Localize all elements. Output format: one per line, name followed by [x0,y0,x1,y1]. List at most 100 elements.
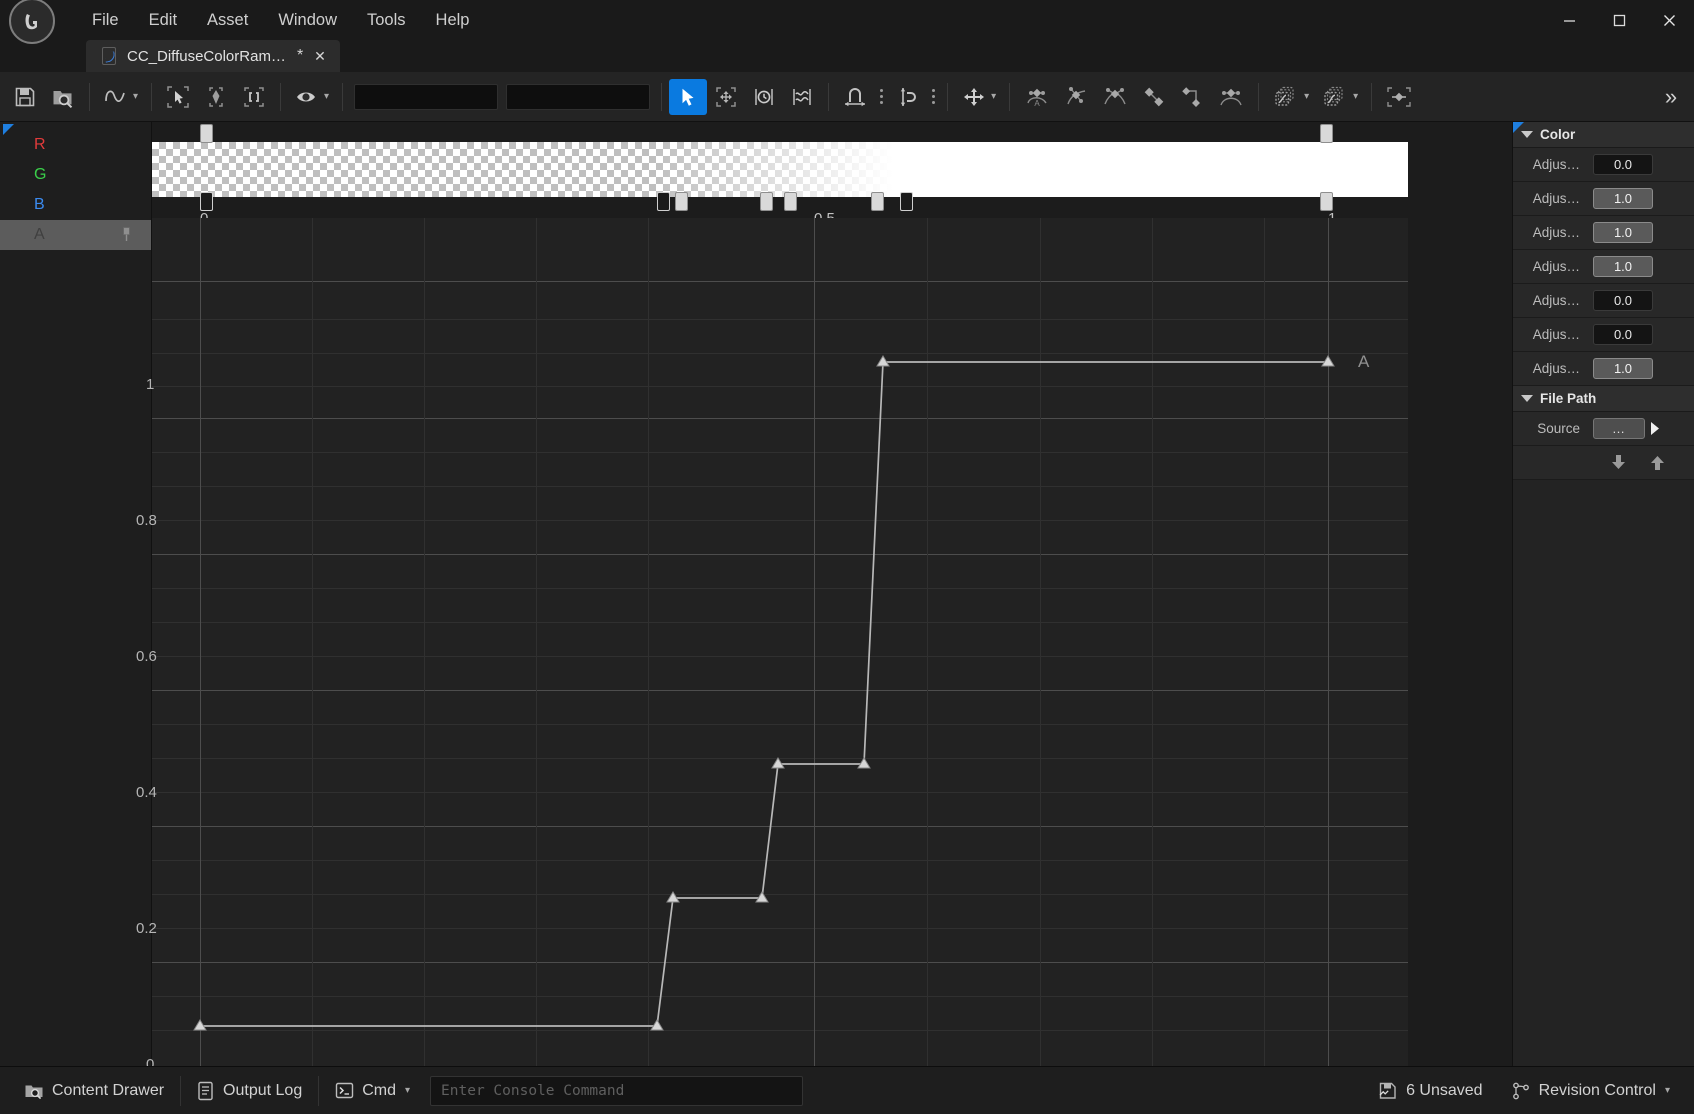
chevron-down-icon[interactable]: ▾ [133,91,138,102]
time-input-field[interactable] [354,83,499,110]
property-row[interactable]: Adjus… 1.0 [1513,250,1694,284]
framing-button[interactable]: ▾ [955,79,1002,115]
tool-transform-button[interactable] [707,79,745,115]
property-row[interactable]: Adjus… 0.0 [1513,284,1694,318]
tangent-constant-button[interactable] [1173,79,1211,115]
browse-content-button[interactable] [44,79,82,115]
channel-row-r[interactable]: R [0,130,151,160]
triangle-down-icon[interactable] [1521,395,1533,402]
console-command-input[interactable]: Enter Console Command [430,1075,804,1106]
flatten-tangents-button[interactable] [1379,79,1419,115]
menu-bar: File Edit Asset Window Tools Help [77,0,484,40]
source-path-input[interactable]: … [1593,418,1645,439]
curve-wave-button[interactable]: ▾ [97,79,144,115]
tangent-weighted-button[interactable] [1211,79,1251,115]
toolbar-separator [89,82,90,111]
curve-canvas[interactable] [152,218,1408,1066]
property-value-input[interactable]: 1.0 [1593,188,1653,209]
revision-control-button[interactable]: Revision Control ▾ [1497,1072,1684,1110]
property-value-input[interactable]: 0.0 [1593,154,1653,175]
tangent-break-button[interactable] [1095,79,1135,115]
menu-file[interactable]: File [77,6,134,35]
value-input-field[interactable] [506,83,651,110]
reimport-down-icon[interactable] [1610,454,1627,471]
tab-label: CC_DiffuseColorRam… [127,47,286,65]
chevron-down-icon[interactable]: ▾ [324,91,329,102]
gradient-key-bottom[interactable] [200,192,213,211]
menu-asset[interactable]: Asset [192,6,263,35]
toolbar-separator [828,82,830,111]
close-button[interactable] [1644,0,1694,40]
pre-infinity-button[interactable]: ▾ [1266,79,1315,115]
gradient-key-top[interactable] [1320,124,1333,143]
tab-cc-diffuse-color-ramp[interactable]: CC_DiffuseColorRam… * ✕ [86,40,340,72]
property-row[interactable]: Adjus… 0.0 [1513,318,1694,352]
output-log-button[interactable]: Output Log [183,1072,316,1110]
post-infinity-button[interactable]: ▾ [1315,79,1364,115]
toolbar-overflow-button[interactable]: » [1652,79,1690,115]
gradient-key-bottom[interactable] [871,192,884,211]
property-row[interactable]: Adjus… 0.0 [1513,148,1694,182]
alpha-gradient-preview[interactable] [152,142,1408,197]
menu-tools[interactable]: Tools [352,6,421,35]
gradient-key-bottom[interactable] [900,192,913,211]
section-header-file-path[interactable]: File Path [1513,386,1694,412]
tool-retime-button[interactable] [745,79,783,115]
tangent-auto-button[interactable]: A [1017,79,1057,115]
snap-time-options-kebab-icon[interactable] [874,79,888,115]
select-box-button[interactable] [159,79,197,115]
content-drawer-button[interactable]: Content Drawer [10,1072,178,1110]
property-value-input[interactable]: 0.0 [1593,324,1653,345]
chevron-down-icon[interactable]: ▾ [991,91,996,102]
snap-value-options-kebab-icon[interactable] [926,79,940,115]
tool-select-button[interactable] [669,78,708,115]
tab-close-icon[interactable]: ✕ [312,48,328,65]
gradient-key-top[interactable] [200,124,213,143]
reimport-up-icon[interactable] [1649,454,1666,471]
property-value-input[interactable]: 1.0 [1593,222,1653,243]
multi-curve-button[interactable] [783,79,821,115]
gradient-key-bottom[interactable] [784,192,797,211]
cmd-label: Cmd [362,1081,396,1099]
property-value-input[interactable]: 1.0 [1593,256,1653,277]
unsaved-assets-button[interactable]: 6 Unsaved [1364,1072,1497,1110]
gradient-key-bottom[interactable] [657,192,670,211]
minimize-button[interactable] [1544,0,1594,40]
snap-value-button[interactable] [888,79,926,115]
property-row[interactable]: Adjus… 1.0 [1513,352,1694,386]
chevron-down-icon[interactable]: ▾ [1353,91,1358,102]
channel-row-b[interactable]: B [0,190,151,220]
curve-visibility-button[interactable]: ▾ [288,79,335,115]
chevron-down-icon[interactable]: ▾ [1665,1085,1670,1096]
property-value-input[interactable]: 0.0 [1593,290,1653,311]
gradient-key-bottom[interactable] [1320,192,1333,211]
chevron-down-icon[interactable]: ▾ [405,1085,410,1096]
pin-icon[interactable] [122,227,131,242]
property-label: Adjus… [1532,259,1580,274]
section-header-color[interactable]: Color [1513,122,1694,148]
gradient-key-bottom[interactable] [760,192,773,211]
property-row[interactable]: Adjus… 1.0 [1513,216,1694,250]
source-label: Source [1537,421,1580,436]
menu-edit[interactable]: Edit [134,6,192,35]
snap-time-button[interactable] [836,79,874,115]
gradient-key-bottom[interactable] [675,192,688,211]
chevron-down-icon[interactable]: ▾ [1304,91,1309,102]
cmd-selector-button[interactable]: Cmd ▾ [321,1072,424,1110]
marquee-brackets-button[interactable] [235,79,273,115]
unreal-engine-logo-icon[interactable] [9,0,55,44]
maximize-button[interactable] [1594,0,1644,40]
import-arrow-icon[interactable] [1650,421,1663,436]
save-button[interactable] [6,79,44,115]
property-row[interactable]: Adjus… 1.0 [1513,182,1694,216]
menu-help[interactable]: Help [421,6,485,35]
tangent-user-button[interactable] [1057,79,1095,115]
channel-row-a[interactable]: A [0,220,151,250]
menu-window[interactable]: Window [263,6,352,35]
reimport-actions-row [1513,446,1694,480]
tangent-linear-button[interactable] [1135,79,1173,115]
marquee-vertical-button[interactable] [197,79,235,115]
channel-row-g[interactable]: G [0,160,151,190]
property-value-input[interactable]: 1.0 [1593,358,1653,379]
property-row-source[interactable]: Source … [1513,412,1694,446]
